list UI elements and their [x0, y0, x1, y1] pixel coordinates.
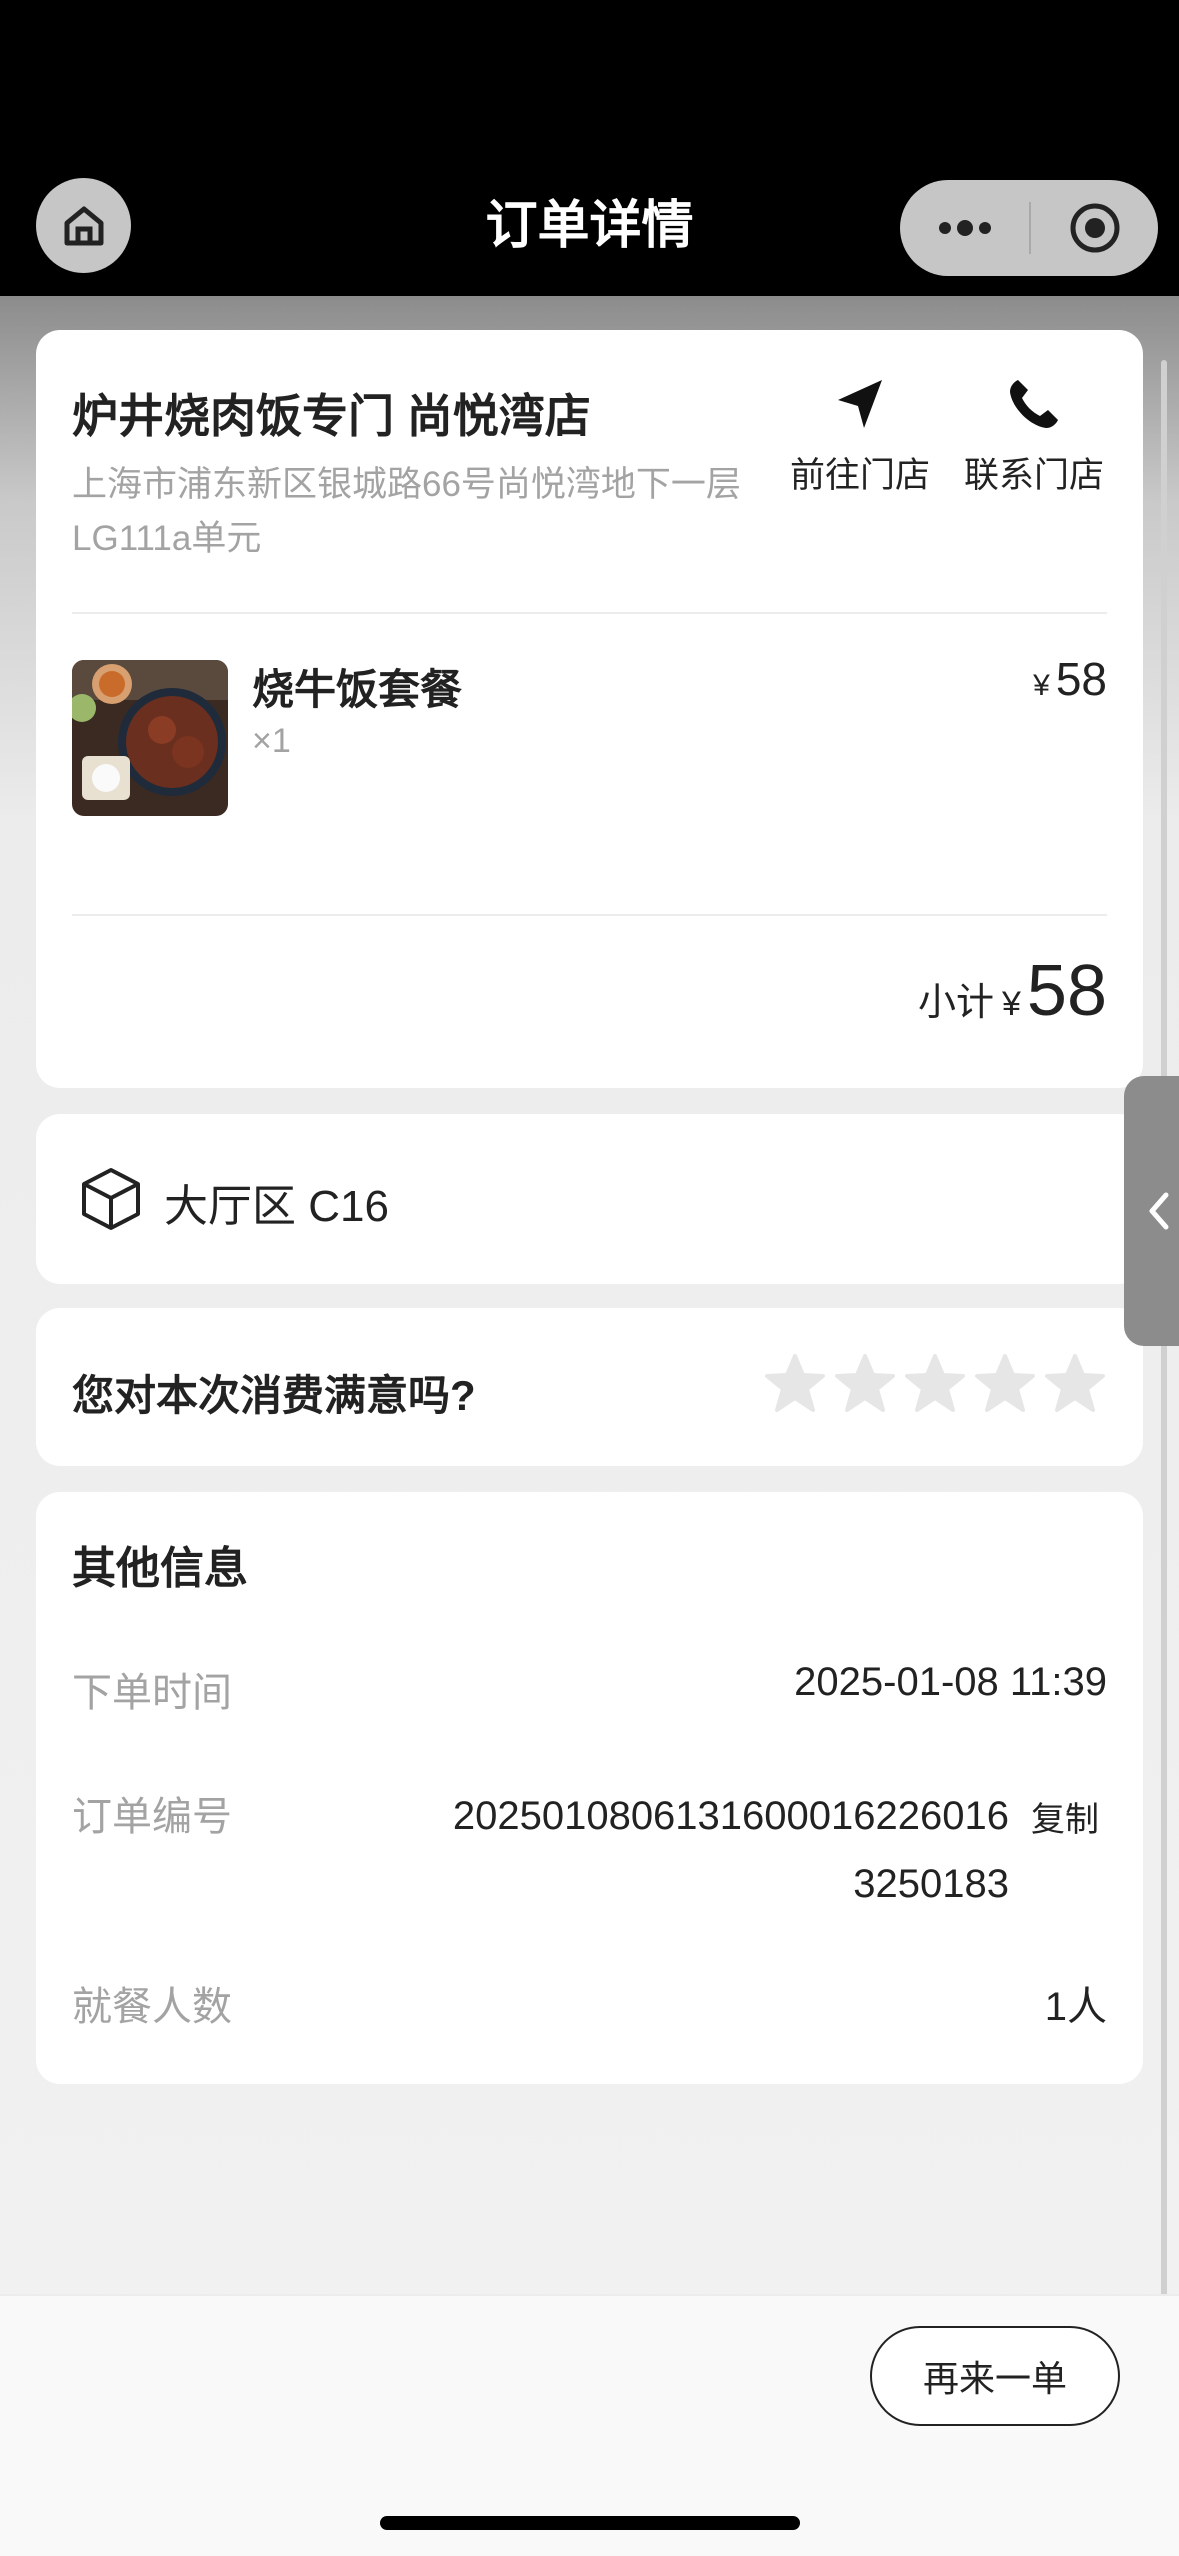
subtotal: 小计 ¥ 58 [918, 950, 1107, 1032]
rating-question: 您对本次消费满意吗? [72, 1372, 476, 1419]
copy-order-number-button[interactable]: 复制 [1031, 1792, 1099, 1841]
close-mini-program-button[interactable] [1031, 180, 1158, 276]
section-title: 其他信息 [72, 1544, 248, 1593]
star-icon[interactable] [973, 1352, 1037, 1416]
table-number: 大厅区 C16 [164, 1182, 389, 1231]
item-image [72, 660, 228, 816]
diners-label: 就餐人数 [72, 1985, 232, 2029]
order-time-value: 2025-01-08 11:39 [794, 1660, 1107, 1704]
navigate-to-store-button[interactable]: 前往门店 [780, 374, 940, 498]
order-time-label: 下单时间 [72, 1671, 232, 1715]
chevron-left-icon [1149, 1192, 1169, 1230]
diners-value: 1人 [1044, 1985, 1107, 2029]
order-card: 炉井烧肉饭专门 尚悦湾店 上海市浦东新区银城路66号尚悦湾地下一层LG111a单… [36, 330, 1143, 1088]
divider [72, 612, 1107, 614]
star-icon[interactable] [833, 1352, 897, 1416]
store-address: 上海市浦东新区银城路66号尚悦湾地下一层LG111a单元 [72, 465, 741, 558]
subtotal-label: 小计 [917, 982, 994, 1024]
target-circle-icon [1070, 203, 1119, 253]
subtotal-amount: 58 [1026, 951, 1107, 1031]
call-store-button[interactable]: 联系门店 [954, 374, 1114, 498]
star-icon[interactable] [1043, 1352, 1107, 1416]
currency-symbol: ¥ [1033, 669, 1050, 702]
more-button[interactable] [900, 180, 1029, 276]
item-name: 烧牛饭套餐 [252, 666, 463, 713]
star-icon[interactable] [903, 1352, 967, 1416]
order-number-label: 订单编号 [72, 1795, 232, 1839]
item-price-value: 58 [1055, 653, 1107, 705]
other-info-card: 其他信息 下单时间 2025-01-08 11:39 订单编号 20250108… [36, 1492, 1143, 2084]
phone-icon [1010, 380, 1058, 428]
reorder-button[interactable]: 再来一单 [870, 2326, 1120, 2426]
box-icon [82, 1168, 140, 1230]
store-name: 炉井烧肉饭专门 尚悦湾店 [72, 390, 591, 442]
top-navigation-bar: 订单详情 [0, 0, 1179, 296]
more-dots-icon [938, 220, 991, 236]
call-label: 联系门店 [963, 456, 1104, 495]
table-card: 大厅区 C16 [36, 1114, 1143, 1284]
navigation-arrow-icon [838, 380, 882, 428]
item-quantity: ×1 [252, 722, 291, 760]
order-number-value: 2025010806131600016226016 3250183 [452, 1794, 1009, 1906]
star-icon[interactable] [763, 1352, 827, 1416]
side-drawer-tab[interactable] [1124, 1076, 1179, 1346]
home-indicator [380, 2516, 800, 2530]
star-rating [763, 1352, 1107, 1416]
navigate-label: 前往门店 [789, 456, 930, 495]
rating-card: 您对本次消费满意吗? [36, 1308, 1143, 1466]
divider [72, 914, 1107, 916]
scrollbar[interactable] [1161, 360, 1167, 2400]
currency-symbol: ¥ [1001, 985, 1021, 1023]
item-price: ¥58 [1033, 652, 1107, 706]
mini-program-capsule [900, 180, 1158, 276]
